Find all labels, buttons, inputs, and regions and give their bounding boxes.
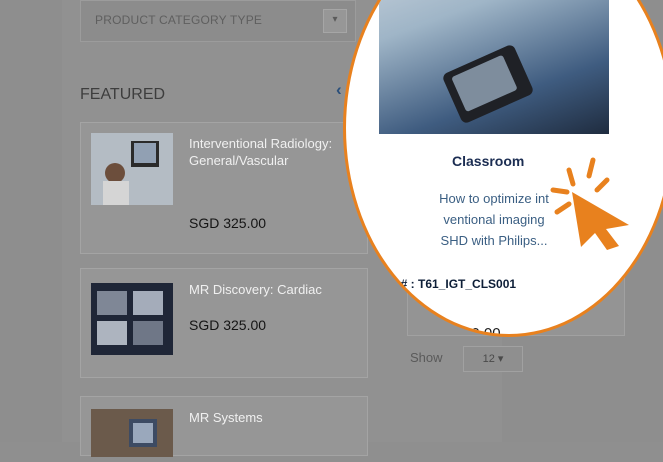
featured-heading: FEATURED bbox=[80, 86, 166, 103]
product-image bbox=[379, 0, 609, 134]
radiology-thumbnail bbox=[91, 133, 173, 205]
tablet-screen bbox=[451, 54, 518, 113]
pointer-cursor-icon bbox=[550, 157, 629, 250]
featured-item-title[interactable]: MR Discovery: Cardiac bbox=[189, 281, 349, 298]
featured-item-title[interactable]: Interventional Radiology: General/Vascul… bbox=[189, 135, 349, 169]
featured-item-price: SGD 325.00 bbox=[189, 317, 267, 333]
page-size-select[interactable]: 12 ▾ bbox=[463, 346, 523, 372]
product-category-label: PRODUCT CATEGORY TYPE bbox=[95, 13, 263, 27]
product-ref: Ref # : T61_IGT_CLS001 bbox=[378, 277, 517, 291]
mr-systems-thumbnail bbox=[91, 409, 173, 457]
mr-cardiac-thumbnail bbox=[91, 283, 173, 355]
featured-item-title[interactable]: MR Systems bbox=[189, 409, 349, 426]
featured-item-3[interactable]: MR Systems bbox=[80, 396, 368, 457]
product-category-select[interactable]: PRODUCT CATEGORY TYPE ▾ bbox=[80, 0, 356, 42]
chevron-left-icon[interactable]: ‹ bbox=[336, 80, 342, 99]
featured-item-2[interactable]: MR Discovery: Cardiac SGD 325.00 bbox=[80, 268, 368, 378]
featured-item-price: SGD 325.00 bbox=[189, 215, 267, 231]
tablet-device bbox=[441, 43, 535, 125]
product-title[interactable]: Classroom bbox=[452, 153, 524, 169]
show-label: Show bbox=[410, 350, 443, 365]
featured-item-1[interactable]: Interventional Radiology: General/Vascul… bbox=[80, 122, 368, 254]
chevron-down-icon[interactable]: ▾ bbox=[323, 9, 347, 33]
